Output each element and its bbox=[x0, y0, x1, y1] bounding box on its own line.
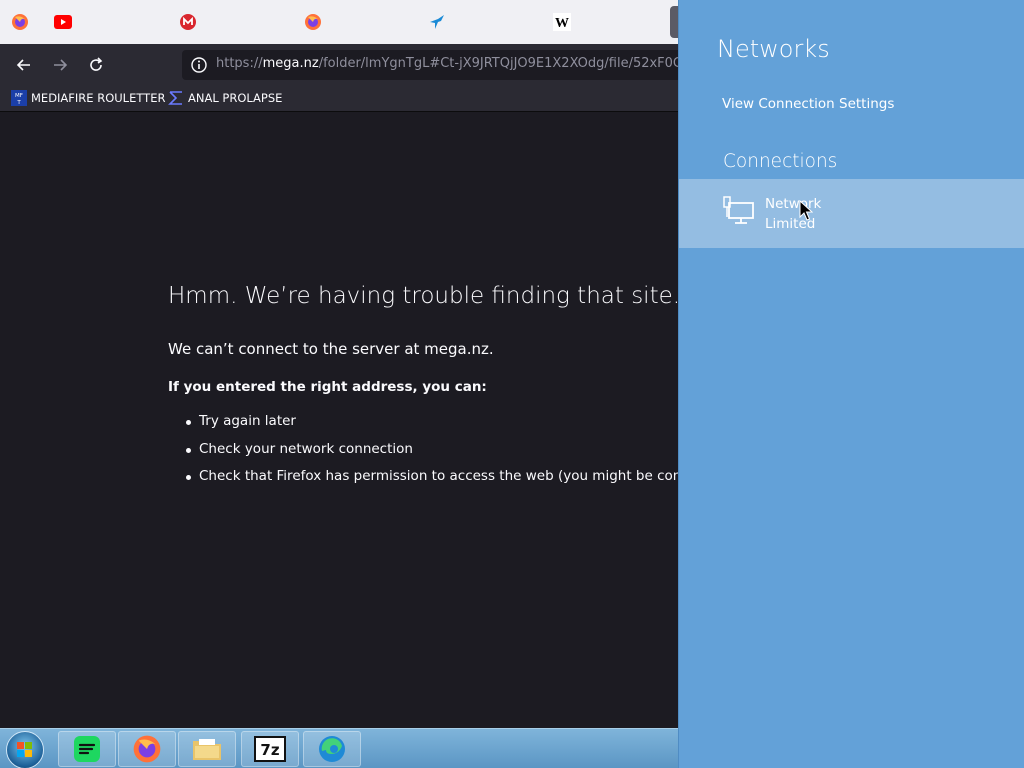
tab-wikipedia[interactable]: W bbox=[552, 12, 572, 32]
networks-title: Networks bbox=[717, 35, 830, 63]
wikipedia-icon: W bbox=[553, 13, 571, 31]
taskbar-firefox[interactable] bbox=[118, 731, 176, 767]
view-connection-settings-link[interactable]: View Connection Settings bbox=[722, 96, 894, 112]
info-icon[interactable] bbox=[190, 56, 208, 74]
suggestion-item: Try again later bbox=[186, 413, 678, 441]
svg-text:W: W bbox=[555, 16, 569, 31]
networks-panel: Networks View Connection Settings Connec… bbox=[678, 0, 1024, 768]
start-button[interactable] bbox=[6, 731, 44, 768]
bookmark-mediafire-rouletter[interactable]: MF T MEDIAFIRE ROULETTER bbox=[11, 89, 165, 107]
taskbar-spotify[interactable] bbox=[58, 731, 116, 767]
spotify-icon bbox=[74, 736, 100, 762]
network-connection-item[interactable]: Network Limited bbox=[679, 179, 1024, 248]
connections-heading: Connections bbox=[723, 151, 838, 172]
firefox-icon bbox=[12, 14, 28, 30]
youtube-icon bbox=[54, 15, 72, 29]
tab-overflow-indicator[interactable] bbox=[670, 6, 678, 38]
svg-text:MF: MF bbox=[15, 93, 23, 99]
forward-button[interactable] bbox=[47, 52, 73, 78]
back-arrow-icon bbox=[16, 59, 30, 71]
file-explorer-icon bbox=[193, 739, 221, 760]
back-button[interactable] bbox=[11, 52, 37, 78]
tab-firefox-2[interactable] bbox=[303, 12, 323, 32]
suggestion-item: Check your network connection bbox=[186, 441, 678, 469]
ethernet-icon bbox=[723, 196, 754, 224]
edge-icon bbox=[319, 736, 345, 762]
bookmark-label: ANAL PROLAPSE bbox=[188, 91, 283, 105]
forward-arrow-icon bbox=[54, 59, 68, 71]
hummingbird-icon bbox=[430, 15, 444, 29]
tab-firefox[interactable] bbox=[10, 12, 30, 32]
mft-icon: MFT bbox=[11, 90, 27, 106]
7zip-icon: 7z bbox=[254, 736, 286, 762]
tab-strip: W bbox=[0, 0, 678, 44]
tab-hummingbird[interactable] bbox=[427, 12, 447, 32]
taskbar-file-explorer[interactable] bbox=[178, 731, 236, 767]
navigation-toolbar: https://mega.nz/folder/lmYgnTgL#Ct-jX9JR… bbox=[0, 44, 678, 84]
error-suggestions-heading: If you entered the right address, you ca… bbox=[168, 379, 487, 395]
tab-mega[interactable] bbox=[178, 12, 198, 32]
tab-youtube[interactable] bbox=[53, 12, 73, 32]
bookmark-second[interactable]: ANAL PROLAPSE bbox=[168, 89, 282, 107]
error-suggestions-list: Try again later Check your network conne… bbox=[186, 413, 678, 496]
bookmark-label: MEDIAFIRE ROULETTER bbox=[31, 91, 166, 105]
url-path: /folder/lmYgnTgL#Ct-jX9JRTQjJO9E1X2XOdg/… bbox=[318, 56, 678, 71]
url-text[interactable]: https://mega.nz/folder/lmYgnTgL#Ct-jX9JR… bbox=[216, 56, 678, 71]
firefox-icon bbox=[305, 14, 321, 30]
mega-icon bbox=[180, 14, 196, 30]
error-title: Hmm. We’re having trouble finding that s… bbox=[168, 283, 678, 309]
suggestion-item: Check that Firefox has permission to acc… bbox=[186, 468, 678, 496]
reload-icon bbox=[90, 57, 103, 71]
mouse-cursor-icon bbox=[799, 200, 813, 221]
taskbar-7zip[interactable]: 7z bbox=[241, 731, 299, 767]
firefox-icon bbox=[133, 735, 161, 763]
error-description: We can’t connect to the server at mega.n… bbox=[168, 340, 494, 358]
sigma-bookmark-icon bbox=[168, 91, 182, 105]
svg-text:T: T bbox=[16, 100, 21, 106]
browser-window: W https://mega.nz/folder/lmYgnTgL#Ct-jX9… bbox=[0, 0, 678, 728]
url-host: mega.nz bbox=[262, 56, 319, 71]
bookmarks-toolbar: MF T MEDIAFIRE ROULETTER ANAL PROLAPSE bbox=[0, 84, 678, 112]
reload-button[interactable] bbox=[83, 52, 109, 78]
url-scheme: https:// bbox=[216, 56, 263, 71]
error-page: Hmm. We’re having trouble finding that s… bbox=[0, 113, 678, 728]
windows-logo-icon bbox=[17, 742, 32, 757]
7zip-label: 7z bbox=[260, 741, 279, 759]
url-bar[interactable]: https://mega.nz/folder/lmYgnTgL#Ct-jX9JR… bbox=[182, 50, 678, 80]
taskbar-edge[interactable] bbox=[303, 731, 361, 767]
taskbar: 7z bbox=[0, 728, 678, 768]
